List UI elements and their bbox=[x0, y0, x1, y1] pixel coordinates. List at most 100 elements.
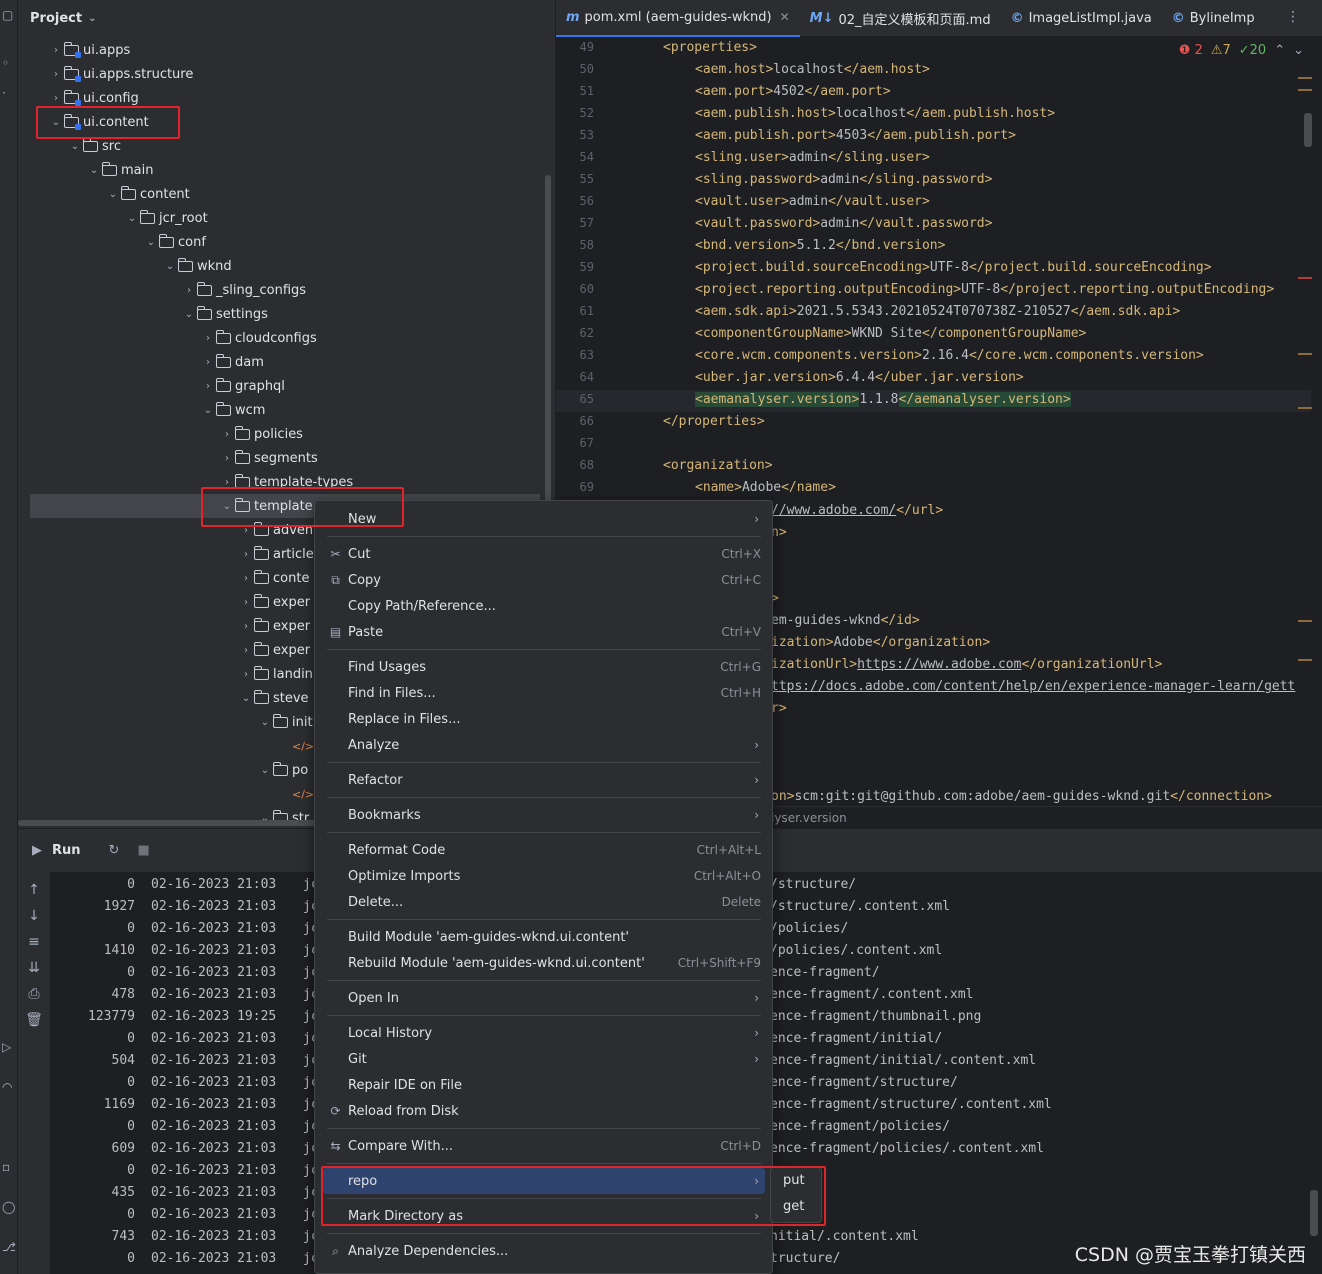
local-history-menu-item[interactable]: Local History › bbox=[323, 1020, 765, 1046]
tree-node[interactable]: › conte bbox=[238, 566, 309, 590]
editor-tab[interactable]: © BylineImp bbox=[1162, 0, 1265, 37]
chevron-right-icon[interactable]: › bbox=[219, 429, 235, 440]
chevron-right-icon[interactable]: › bbox=[48, 69, 64, 80]
copy-menu-item[interactable]: ⧉ Copy Ctrl+C bbox=[323, 567, 765, 593]
run-scrollbar[interactable] bbox=[1310, 1190, 1318, 1236]
tree-node[interactable]: ⌄ jcr_root bbox=[124, 206, 208, 230]
tree-node[interactable]: ⌄ ui.content bbox=[48, 110, 149, 134]
project-scrollbar[interactable] bbox=[545, 175, 551, 505]
tree-node[interactable]: </> bbox=[276, 782, 318, 806]
rebuild-module-menu-item[interactable]: Rebuild Module 'aem-guides-wknd.ui.conte… bbox=[323, 950, 765, 976]
chevron-down-icon[interactable]: ⌄ bbox=[124, 213, 140, 224]
project-horizontal-scrollbar[interactable] bbox=[18, 820, 318, 826]
tree-node[interactable]: › dam bbox=[200, 350, 264, 374]
chevron-right-icon[interactable]: › bbox=[48, 93, 64, 104]
inspection-widget[interactable]: ❶ 2 ⚠7 ✓20 ⌃ ⌄ bbox=[1179, 43, 1304, 58]
tree-node[interactable]: ⌄ steve bbox=[238, 686, 309, 710]
chevron-right-icon[interactable]: › bbox=[238, 597, 254, 608]
print-icon[interactable]: ⎙ bbox=[24, 986, 44, 1002]
chevron-down-icon[interactable]: ⌄ bbox=[257, 717, 273, 728]
editor-tab[interactable]: © ImageListImpl.java bbox=[1001, 0, 1162, 37]
git-tool-icon[interactable]: ⎇ bbox=[2, 1240, 16, 1254]
tree-node[interactable]: › exper bbox=[238, 614, 310, 638]
tree-node[interactable]: › graphql bbox=[200, 374, 285, 398]
tree-node[interactable]: › ui.apps bbox=[48, 38, 130, 62]
repo-menu-item[interactable]: repo › bbox=[323, 1168, 765, 1194]
paste-menu-item[interactable]: ▤ Paste Ctrl+V bbox=[323, 619, 765, 645]
tree-node[interactable]: › landin bbox=[238, 662, 313, 686]
mark-directory-as-menu-item[interactable]: Mark Directory as › bbox=[323, 1203, 765, 1229]
tree-node[interactable]: ⌄ main bbox=[86, 158, 153, 182]
trash-icon[interactable]: 🗑 bbox=[24, 1012, 44, 1028]
previous-highlight-icon[interactable]: ⌃ bbox=[1274, 43, 1285, 58]
tree-node[interactable]: › policies bbox=[219, 422, 303, 446]
next-highlight-icon[interactable]: ⌄ bbox=[1293, 43, 1304, 58]
rerun-icon[interactable]: ↻ bbox=[109, 843, 120, 858]
tree-node[interactable]: › ui.config bbox=[48, 86, 139, 110]
scroll-to-end-icon[interactable]: ⇊ bbox=[24, 960, 44, 976]
tree-node[interactable]: › ui.apps.structure bbox=[48, 62, 193, 86]
chevron-right-icon[interactable]: › bbox=[219, 453, 235, 464]
delete-menu-item[interactable]: Delete... Delete bbox=[323, 889, 765, 915]
tree-node[interactable]: › cloudconfigs bbox=[200, 326, 317, 350]
chevron-down-icon[interactable]: ⌄ bbox=[48, 117, 64, 128]
analyze-menu-item[interactable]: Analyze › bbox=[323, 732, 765, 758]
chevron-right-icon[interactable]: › bbox=[238, 621, 254, 632]
chevron-down-icon[interactable]: ⌄ bbox=[143, 237, 159, 248]
reformat-code-menu-item[interactable]: Reformat Code Ctrl+Alt+L bbox=[323, 837, 765, 863]
down-arrow-icon[interactable]: ↓ bbox=[24, 908, 44, 924]
tree-node[interactable]: ⌄ init bbox=[257, 710, 313, 734]
get-menu-item[interactable]: get bbox=[783, 1194, 804, 1220]
more-tool-icon[interactable]: · bbox=[2, 86, 6, 100]
compare-with-menu-item[interactable]: ⇆ Compare With... Ctrl+D bbox=[323, 1133, 765, 1159]
copy-path-menu-item[interactable]: Copy Path/Reference... bbox=[323, 593, 765, 619]
close-icon[interactable]: ✕ bbox=[780, 10, 790, 24]
chevron-down-icon[interactable]: ⌄ bbox=[162, 261, 178, 272]
tree-node[interactable]: ⌄ content bbox=[105, 182, 190, 206]
chevron-right-icon[interactable]: › bbox=[238, 549, 254, 560]
tree-node[interactable]: ⌄ template bbox=[219, 494, 313, 518]
chevron-down-icon[interactable]: ⌄ bbox=[88, 13, 96, 24]
chevron-right-icon[interactable]: › bbox=[181, 285, 197, 296]
editor-tab[interactable]: m pom.xml (aem-guides-wknd) ✕ bbox=[556, 0, 800, 37]
chevron-down-icon[interactable]: ⌄ bbox=[105, 189, 121, 200]
replace-in-files-menu-item[interactable]: Replace in Files... bbox=[323, 706, 765, 732]
tree-node[interactable]: </> bbox=[276, 734, 318, 758]
chevron-down-icon[interactable]: ⌄ bbox=[67, 141, 83, 152]
find-usages-menu-item[interactable]: Find Usages Ctrl+G bbox=[323, 654, 765, 680]
chevron-down-icon[interactable]: ⌄ bbox=[238, 693, 254, 704]
chevron-down-icon[interactable]: ⌄ bbox=[219, 501, 235, 512]
reload-from-disk-menu-item[interactable]: ⟳ Reload from Disk bbox=[323, 1098, 765, 1124]
bookmarks-menu-item[interactable]: Bookmarks › bbox=[323, 802, 765, 828]
services-tool-icon[interactable]: ◠ bbox=[2, 1080, 12, 1094]
tabs-more-icon[interactable]: ⋮ bbox=[1286, 9, 1300, 25]
build-module-menu-item[interactable]: Build Module 'aem-guides-wknd.ui.content… bbox=[323, 924, 765, 950]
chevron-down-icon[interactable]: ⌄ bbox=[86, 165, 102, 176]
editor-tab[interactable]: M↓ 02_自定义模板和页面.md bbox=[800, 0, 1001, 37]
project-header[interactable]: Project ⌄ bbox=[18, 0, 555, 36]
repair-ide-menu-item[interactable]: Repair IDE on File bbox=[323, 1072, 765, 1098]
chevron-right-icon[interactable]: › bbox=[238, 525, 254, 536]
tree-node[interactable]: › adven bbox=[238, 518, 313, 542]
terminal-tool-icon[interactable]: ▫ bbox=[2, 1160, 10, 1174]
warning-count[interactable]: ⚠7 bbox=[1211, 43, 1231, 58]
tree-node[interactable]: ⌄ src bbox=[67, 134, 121, 158]
open-in-menu-item[interactable]: Open In › bbox=[323, 985, 765, 1011]
chevron-right-icon[interactable]: › bbox=[200, 333, 216, 344]
soft-wrap-icon[interactable]: ≡ bbox=[24, 934, 44, 950]
tree-node[interactable]: ⌄ conf bbox=[143, 230, 206, 254]
commit-tool-icon[interactable]: ◦ bbox=[2, 56, 9, 70]
git-menu-item[interactable]: Git › bbox=[323, 1046, 765, 1072]
chevron-right-icon[interactable]: › bbox=[219, 477, 235, 488]
chevron-right-icon[interactable]: › bbox=[200, 381, 216, 392]
chevron-right-icon[interactable]: › bbox=[48, 45, 64, 56]
stop-icon[interactable]: ■ bbox=[137, 843, 149, 858]
tree-node[interactable]: ⌄ po bbox=[257, 758, 308, 782]
cut-menu-item[interactable]: ✂ Cut Ctrl+X bbox=[323, 541, 765, 567]
put-menu-item[interactable]: put bbox=[783, 1168, 805, 1194]
refactor-menu-item[interactable]: Refactor › bbox=[323, 767, 765, 793]
ok-count[interactable]: ✓20 bbox=[1239, 43, 1266, 58]
chevron-down-icon[interactable]: ⌄ bbox=[257, 765, 273, 776]
chevron-right-icon[interactable]: › bbox=[238, 669, 254, 680]
up-arrow-icon[interactable]: ↑ bbox=[24, 882, 44, 898]
